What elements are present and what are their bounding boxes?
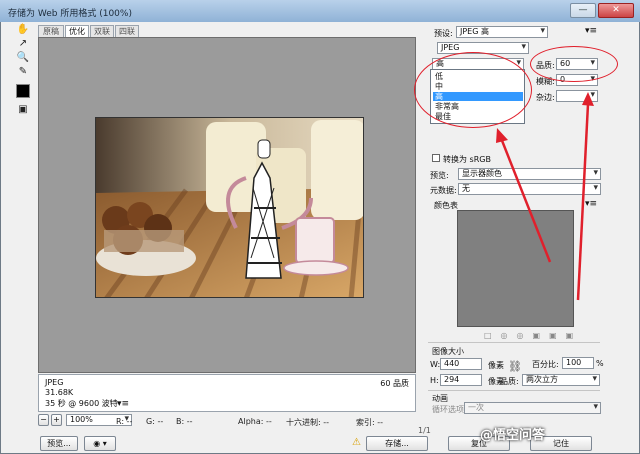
annotation-arrowhead-left [496, 128, 508, 143]
annotation-arrows [496, 92, 594, 301]
annotation-arrowhead-right [582, 92, 594, 106]
watermark-text: @悟空问答 [480, 428, 546, 443]
annotation-arrow-left [499, 137, 552, 263]
annotation-arrow-right [576, 103, 590, 301]
